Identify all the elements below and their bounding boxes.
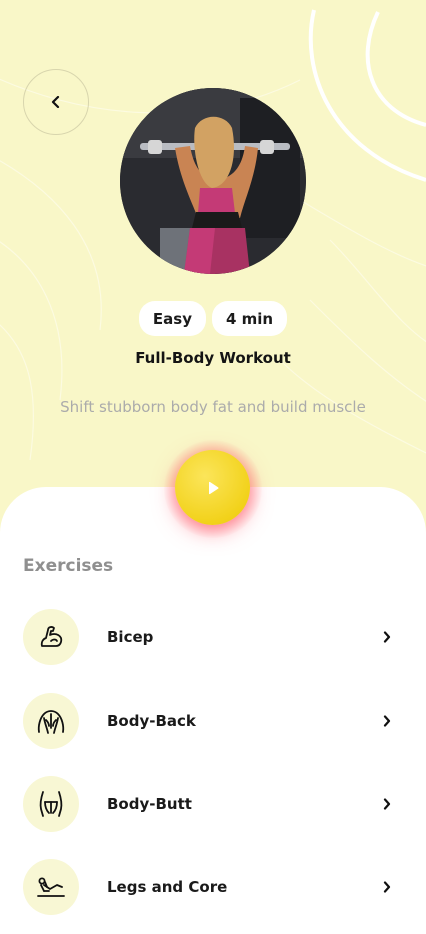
exercise-label: Body-Back	[107, 712, 196, 730]
workout-description: Shift stubborn body fat and build muscle	[60, 398, 366, 416]
chevron-left-icon	[51, 96, 60, 108]
exercises-heading: Exercises	[23, 556, 114, 576]
difficulty-badge: Easy	[138, 301, 206, 336]
exercise-item-body-butt[interactable]: Body-Butt	[0, 775, 426, 833]
play-icon	[208, 481, 218, 494]
workout-photo	[120, 88, 306, 274]
play-button[interactable]	[175, 450, 250, 525]
bicep-icon	[23, 609, 79, 665]
exercise-item-body-back[interactable]: Body-Back	[0, 692, 426, 750]
back-button[interactable]	[23, 69, 89, 135]
legs-core-icon	[23, 859, 79, 915]
chevron-right-icon	[381, 714, 393, 728]
duration-badge: 4 min	[211, 301, 288, 336]
chevron-right-icon	[381, 880, 393, 894]
workout-tags: Easy 4 min	[0, 301, 426, 336]
exercise-item-legs-and-core[interactable]: Legs and Core	[0, 858, 426, 916]
body-back-icon	[23, 693, 79, 749]
workout-title: Full-Body Workout	[135, 349, 291, 367]
exercise-item-bicep[interactable]: Bicep	[0, 608, 426, 666]
chevron-right-icon	[381, 630, 393, 644]
exercise-label: Body-Butt	[107, 795, 192, 813]
exercise-label: Legs and Core	[107, 878, 228, 896]
exercise-label: Bicep	[107, 628, 154, 646]
chevron-right-icon	[381, 797, 393, 811]
body-butt-icon	[23, 776, 79, 832]
